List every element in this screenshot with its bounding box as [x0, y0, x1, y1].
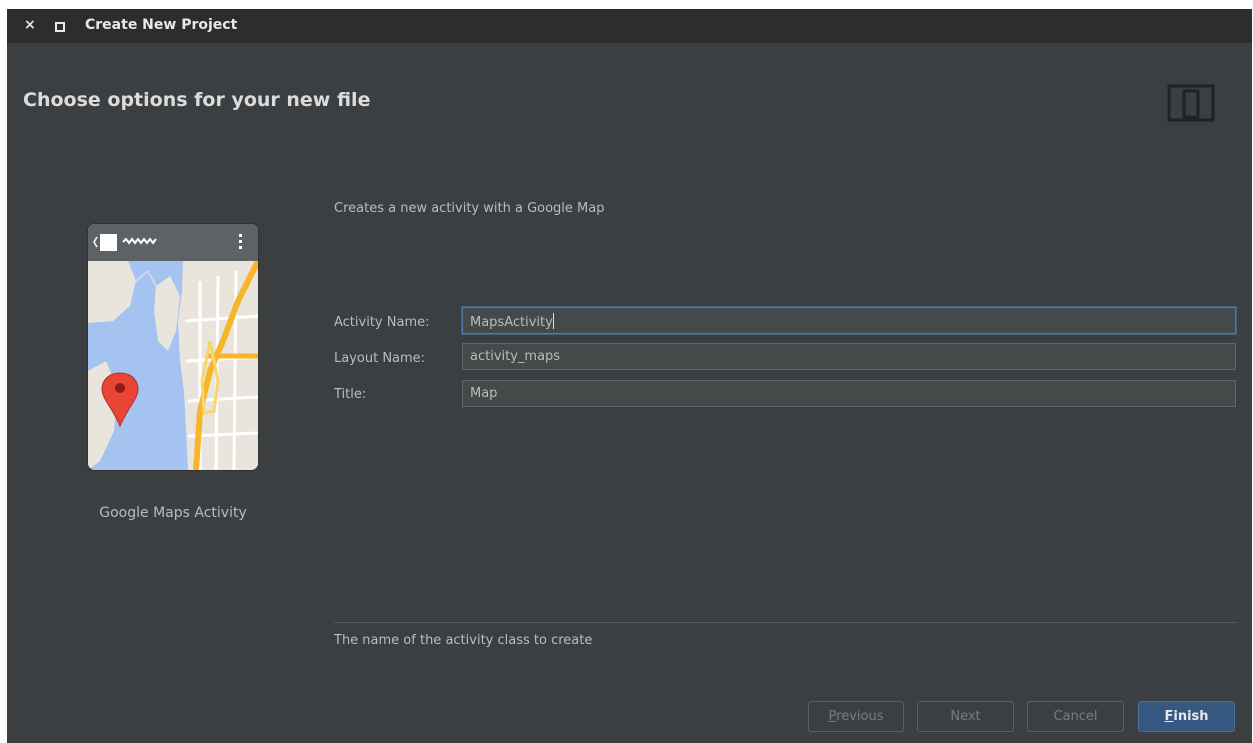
template-preview[interactable]	[88, 224, 258, 470]
device-phone-tablet-icon	[1167, 84, 1215, 122]
cancel-label: Cancel	[1053, 709, 1098, 724]
activity-name-label: Activity Name:	[334, 315, 430, 330]
finish-label: inish	[1173, 709, 1209, 724]
layout-name-value: activity_maps	[470, 349, 561, 364]
cancel-button[interactable]: Cancel	[1027, 701, 1124, 732]
preview-action-bar	[88, 224, 258, 261]
previous-button[interactable]: Previous	[808, 701, 904, 732]
title-label: Title:	[334, 387, 367, 402]
title-bar: × Create New Project	[7, 9, 1252, 43]
next-button[interactable]: Next	[917, 701, 1014, 732]
layout-name-label: Layout Name:	[334, 351, 426, 366]
next-label: Next	[950, 709, 981, 724]
activity-name-value: MapsActivity	[470, 315, 553, 330]
close-window-button[interactable]: ×	[24, 17, 36, 33]
template-name: Google Maps Activity	[99, 505, 247, 521]
create-project-dialog: × Create New Project Choose options for …	[7, 9, 1252, 743]
previous-label: revious	[836, 709, 884, 724]
divider	[334, 622, 1238, 623]
activity-name-field[interactable]: MapsActivity	[462, 307, 1236, 334]
preview-action-bar-icons	[93, 234, 242, 251]
text-caret	[552, 313, 554, 329]
maximize-window-button[interactable]	[55, 22, 65, 32]
template-description: Creates a new activity with a Google Map	[334, 201, 605, 216]
layout-name-field[interactable]: activity_maps	[462, 343, 1236, 370]
title-value: Map	[470, 386, 498, 401]
previous-mnemonic: P	[828, 709, 837, 724]
title-field[interactable]: Map	[462, 380, 1236, 407]
window-title: Create New Project	[85, 17, 238, 33]
finish-button[interactable]: Finish	[1138, 701, 1235, 732]
field-hint: The name of the activity class to create	[334, 633, 593, 648]
page-title: Choose options for your new file	[23, 89, 371, 111]
map-preview-icon	[88, 261, 258, 470]
